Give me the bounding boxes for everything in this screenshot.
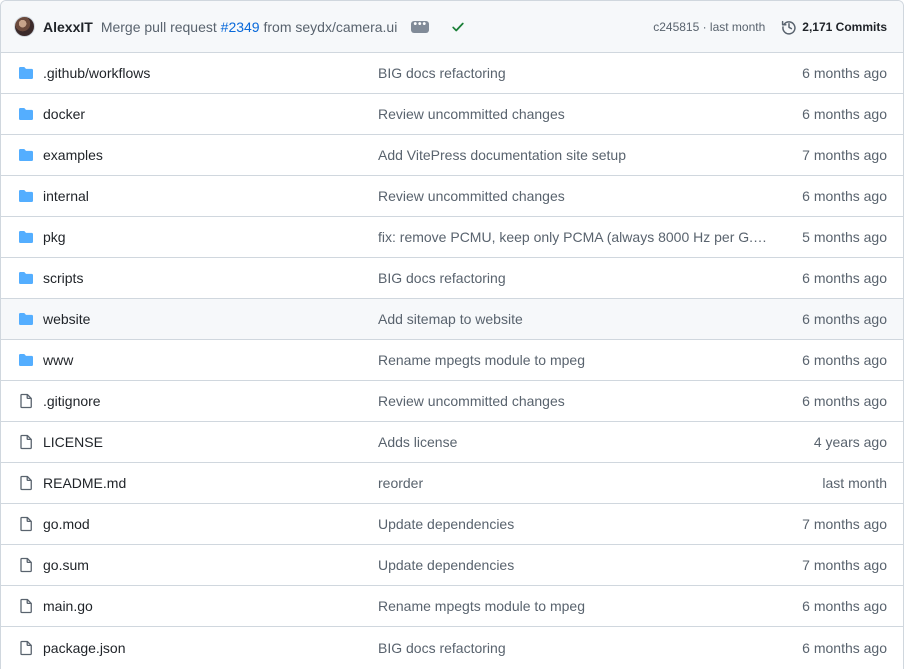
commit-message-link[interactable]: BIG docs refactoring xyxy=(378,65,770,81)
file-name-link[interactable]: LICENSE xyxy=(43,434,378,450)
file-row-scripts[interactable]: scripts BIG docs refactoring 6 months ag… xyxy=(1,258,903,299)
commit-message-link[interactable]: reorder xyxy=(378,475,770,491)
avatar[interactable] xyxy=(14,16,35,37)
commit-date: 6 months ago xyxy=(802,270,887,286)
file-icon xyxy=(18,434,34,450)
commit-message-link[interactable]: Update dependencies xyxy=(378,557,770,573)
file-name-link[interactable]: examples xyxy=(43,147,378,163)
commit-date: 6 months ago xyxy=(802,352,887,368)
file-name-link[interactable]: .github/workflows xyxy=(43,65,378,81)
file-name-link[interactable]: pkg xyxy=(43,229,378,245)
file-row-gitignore[interactable]: .gitignore Review uncommitted changes 6 … xyxy=(1,381,903,422)
file-icon xyxy=(18,598,34,614)
file-list: .github/workflows BIG docs refactoring 6… xyxy=(1,53,903,668)
commit-date: 6 months ago xyxy=(802,65,887,81)
file-row-examples[interactable]: examples Add VitePress documentation sit… xyxy=(1,135,903,176)
folder-icon xyxy=(18,106,34,122)
file-name-link[interactable]: website xyxy=(43,311,378,327)
file-row-license[interactable]: LICENSE Adds license 4 years ago xyxy=(1,422,903,463)
file-row-internal[interactable]: internal Review uncommitted changes 6 mo… xyxy=(1,176,903,217)
file-row-website[interactable]: website Add sitemap to website 6 months … xyxy=(1,299,903,340)
latest-commit-bar: AlexxIT Merge pull request #2349 from se… xyxy=(1,1,903,53)
history-icon xyxy=(782,20,796,35)
commit-message-link[interactable]: fix: remove PCMU, keep only PCMA (always… xyxy=(378,229,770,245)
file-row-go-mod[interactable]: go.mod Update dependencies 7 months ago xyxy=(1,504,903,545)
commit-message-prefix[interactable]: Merge pull request xyxy=(101,19,217,35)
ellipsis-icon: ••• xyxy=(413,18,428,30)
file-name-link[interactable]: scripts xyxy=(43,270,378,286)
file-icon xyxy=(18,640,34,656)
file-row-docker[interactable]: docker Review uncommitted changes 6 mont… xyxy=(1,94,903,135)
file-name-link[interactable]: .gitignore xyxy=(43,393,378,409)
folder-icon xyxy=(18,65,34,81)
expand-commit-message-button[interactable]: ••• xyxy=(411,18,430,33)
file-name-link[interactable]: www xyxy=(43,352,378,368)
check-icon[interactable] xyxy=(451,20,465,34)
commit-date: 7 months ago xyxy=(802,516,887,532)
commit-message-link[interactable]: Add sitemap to website xyxy=(378,311,770,327)
folder-icon xyxy=(18,229,34,245)
file-row-pkg[interactable]: pkg fix: remove PCMU, keep only PCMA (al… xyxy=(1,217,903,258)
folder-icon xyxy=(18,188,34,204)
commit-message-link[interactable]: Update dependencies xyxy=(378,516,770,532)
file-name-link[interactable]: go.mod xyxy=(43,516,378,532)
commits-count: 2,171 Commits xyxy=(802,19,887,34)
pull-request-link[interactable]: #2349 xyxy=(221,19,260,35)
commit-message-link[interactable]: Review uncommitted changes xyxy=(378,188,770,204)
file-row-www[interactable]: www Rename mpegts module to mpeg 6 month… xyxy=(1,340,903,381)
file-name-link[interactable]: README.md xyxy=(43,475,378,491)
file-row-package-json[interactable]: package.json BIG docs refactoring 6 mont… xyxy=(1,627,903,668)
folder-icon xyxy=(18,311,34,327)
folder-icon xyxy=(18,270,34,286)
file-row-github-workflows[interactable]: .github/workflows BIG docs refactoring 6… xyxy=(1,53,903,94)
commits-history-link[interactable]: 2,171 Commits xyxy=(781,19,887,35)
file-icon xyxy=(18,557,34,573)
commit-date: 5 months ago xyxy=(802,229,887,245)
file-row-readme-md[interactable]: README.md reorder last month xyxy=(1,463,903,504)
commit-message-link[interactable]: Rename mpegts module to mpeg xyxy=(378,598,770,614)
commit-message-link[interactable]: Review uncommitted changes xyxy=(378,106,770,122)
commit-message[interactable]: Merge pull request #2349 from seydx/came… xyxy=(101,19,398,35)
commit-date: 6 months ago xyxy=(802,393,887,409)
file-name-link[interactable]: main.go xyxy=(43,598,378,614)
folder-icon xyxy=(18,352,34,368)
file-name-link[interactable]: go.sum xyxy=(43,557,378,573)
file-icon xyxy=(18,475,34,491)
file-row-main-go[interactable]: main.go Rename mpegts module to mpeg 6 m… xyxy=(1,586,903,627)
commit-date: 4 years ago xyxy=(813,434,887,450)
file-name-link[interactable]: package.json xyxy=(43,640,378,656)
commit-message-suffix[interactable]: from seydx/camera.ui xyxy=(263,19,397,35)
file-icon xyxy=(18,516,34,532)
commit-message-link[interactable]: BIG docs refactoring xyxy=(378,270,770,286)
commit-message-link[interactable]: Adds license xyxy=(378,434,770,450)
commit-date: last month xyxy=(822,475,887,491)
commit-date: 6 months ago xyxy=(802,598,887,614)
commit-date: 6 months ago xyxy=(802,311,887,327)
commit-message-link[interactable]: Review uncommitted changes xyxy=(378,393,770,409)
file-name-link[interactable]: docker xyxy=(43,106,378,122)
commit-author-link[interactable]: AlexxIT xyxy=(43,19,93,35)
commit-message-link[interactable]: Add VitePress documentation site setup xyxy=(378,147,770,163)
commit-date: 6 months ago xyxy=(802,188,887,204)
file-icon xyxy=(18,393,34,409)
commit-sha-and-time[interactable]: c245815 · last month xyxy=(653,20,765,34)
commit-message-link[interactable]: BIG docs refactoring xyxy=(378,640,770,656)
file-name-link[interactable]: internal xyxy=(43,188,378,204)
file-browser: AlexxIT Merge pull request #2349 from se… xyxy=(0,0,904,669)
commit-date: 6 months ago xyxy=(802,639,887,656)
commit-date: 7 months ago xyxy=(802,557,887,573)
commit-message-link[interactable]: Rename mpegts module to mpeg xyxy=(378,352,770,368)
commit-date: 7 months ago xyxy=(802,147,887,163)
file-row-go-sum[interactable]: go.sum Update dependencies 7 months ago xyxy=(1,545,903,586)
commit-date: 6 months ago xyxy=(802,106,887,122)
folder-icon xyxy=(18,147,34,163)
